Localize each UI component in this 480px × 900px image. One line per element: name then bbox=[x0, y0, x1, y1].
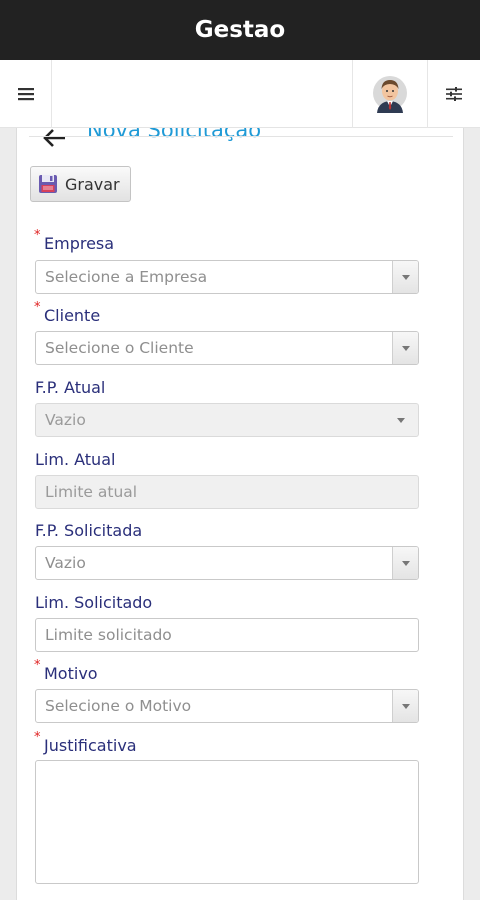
chevron-down-icon[interactable] bbox=[392, 332, 418, 364]
sliders-icon bbox=[446, 87, 462, 101]
lim-atual-input: Limite atual bbox=[35, 475, 419, 509]
empresa-select-value: Selecione a Empresa bbox=[45, 268, 208, 286]
empresa-select[interactable]: Selecione a Empresa bbox=[35, 260, 419, 294]
required-marker: * bbox=[34, 730, 41, 745]
hamburger-icon bbox=[17, 88, 34, 101]
motivo-select[interactable]: Selecione o Motivo bbox=[35, 689, 419, 723]
arrow-left-icon[interactable] bbox=[39, 128, 69, 148]
justificativa-textarea[interactable] bbox=[35, 760, 419, 884]
save-button-label: Gravar bbox=[65, 174, 120, 194]
lim-solicitado-input[interactable]: Limite solicitado bbox=[35, 618, 419, 652]
app-title: Gestao bbox=[194, 17, 286, 43]
page-header: Nova Solicitação bbox=[17, 128, 463, 152]
avatar bbox=[373, 76, 407, 113]
fp-solicitada-select[interactable]: Vazio bbox=[35, 546, 419, 580]
required-marker: * bbox=[34, 228, 41, 243]
form-panel: Nova Solicitação Gravar * Empresa Seleci… bbox=[16, 128, 464, 900]
fp-solicitada-label: F.P. Solicitada bbox=[35, 521, 143, 540]
chevron-down-icon[interactable] bbox=[392, 261, 418, 293]
save-button[interactable]: Gravar bbox=[30, 166, 131, 202]
fp-atual-select: Vazio bbox=[35, 403, 419, 437]
motivo-label: * Motivo bbox=[34, 658, 98, 683]
menu-button[interactable] bbox=[0, 60, 52, 128]
motivo-select-value: Selecione o Motivo bbox=[45, 697, 192, 715]
filter-button[interactable] bbox=[428, 60, 480, 128]
lim-solicitado-placeholder: Limite solicitado bbox=[45, 626, 172, 644]
fp-solicitada-select-value: Vazio bbox=[45, 554, 86, 572]
fp-atual-label: F.P. Atual bbox=[35, 378, 106, 397]
lim-solicitado-label: Lim. Solicitado bbox=[35, 593, 153, 612]
fp-atual-select-value: Vazio bbox=[45, 411, 86, 429]
chevron-down-icon[interactable] bbox=[392, 690, 418, 722]
chevron-down-icon[interactable] bbox=[392, 547, 418, 579]
chevron-down-icon bbox=[388, 404, 414, 436]
header-divider bbox=[29, 136, 453, 137]
required-marker: * bbox=[34, 658, 41, 673]
profile-button[interactable] bbox=[352, 60, 428, 128]
required-marker: * bbox=[34, 300, 41, 315]
cliente-label: * Cliente bbox=[34, 300, 101, 325]
lim-atual-label: Lim. Atual bbox=[35, 450, 116, 469]
lim-atual-placeholder: Limite atual bbox=[45, 483, 138, 501]
cliente-select[interactable]: Selecione o Cliente bbox=[35, 331, 419, 365]
cliente-select-value: Selecione o Cliente bbox=[45, 339, 194, 357]
toolbar bbox=[0, 60, 480, 128]
justificativa-label: * Justificativa bbox=[34, 730, 137, 755]
app-title-bar: Gestao bbox=[0, 0, 480, 60]
empresa-label-text: Empresa bbox=[44, 234, 115, 253]
page-title: Nova Solicitação bbox=[87, 128, 262, 142]
empresa-label: * Empresa bbox=[34, 228, 115, 253]
cliente-label-text: Cliente bbox=[44, 306, 101, 325]
motivo-label-text: Motivo bbox=[44, 664, 98, 683]
floppy-disk-icon bbox=[39, 175, 57, 193]
justificativa-label-text: Justificativa bbox=[44, 736, 137, 755]
